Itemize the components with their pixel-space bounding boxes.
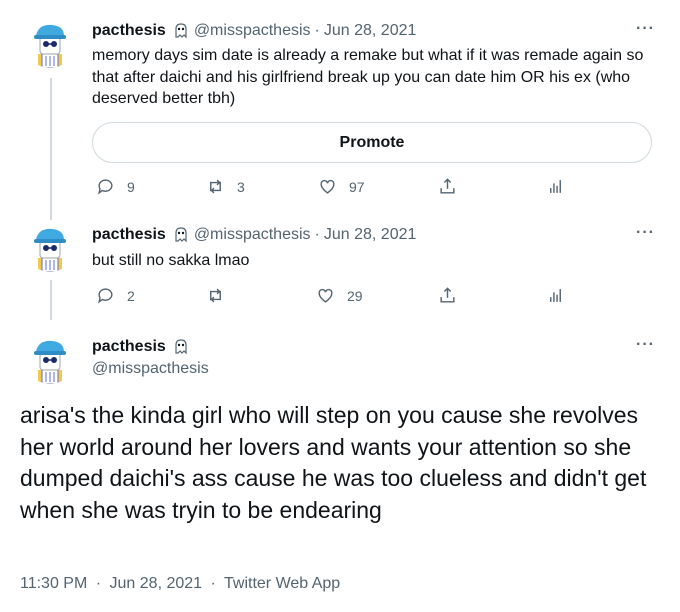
retweet-icon bbox=[210, 288, 221, 303]
display-name[interactable]: pacthesis bbox=[92, 226, 166, 244]
retweet-button[interactable]: 3 bbox=[206, 177, 245, 196]
analytics-icon bbox=[550, 289, 561, 302]
display-name[interactable]: pacthesis bbox=[92, 338, 166, 356]
user-handle[interactable]: @misspacthesis bbox=[92, 360, 209, 378]
tweet-date[interactable]: Jun 28, 2021 bbox=[110, 575, 203, 592]
tweet-source[interactable]: Twitter Web App bbox=[224, 575, 340, 592]
tweet-date[interactable]: Jun 28, 2021 bbox=[324, 22, 417, 40]
more-icon[interactable]: ··· bbox=[636, 336, 655, 354]
avatar[interactable] bbox=[26, 336, 74, 384]
tweet-metadata: 11:30 PM · Jun 28, 2021 · Twitter Web Ap… bbox=[20, 575, 340, 593]
user-handle[interactable]: @misspacthesis bbox=[194, 226, 311, 244]
display-name[interactable]: pacthesis bbox=[92, 22, 166, 40]
ghost-emoji-icon bbox=[175, 23, 187, 38]
reply-count: 9 bbox=[127, 178, 135, 195]
separator-dot: · bbox=[210, 575, 216, 592]
share-button[interactable] bbox=[438, 286, 457, 305]
promote-button[interactable]: Promote bbox=[92, 122, 652, 163]
share-icon bbox=[440, 178, 455, 194]
like-icon bbox=[320, 179, 335, 194]
reply-icon bbox=[98, 288, 113, 304]
avatar[interactable] bbox=[26, 20, 74, 68]
reply-button[interactable]: 2 bbox=[96, 286, 135, 305]
analytics-button[interactable] bbox=[546, 286, 565, 305]
reply-button[interactable]: 9 bbox=[96, 177, 135, 196]
like-count: 97 bbox=[349, 178, 365, 195]
analytics-button[interactable] bbox=[546, 177, 565, 196]
more-icon[interactable]: ··· bbox=[636, 224, 655, 242]
separator-dot: · bbox=[95, 575, 102, 592]
ghost-emoji-icon bbox=[175, 339, 187, 354]
main-tweet-text: arisa's the kinda girl who will step on … bbox=[20, 402, 647, 523]
share-icon bbox=[440, 287, 455, 303]
retweet-icon bbox=[210, 179, 221, 194]
user-handle[interactable]: @misspacthesis bbox=[194, 22, 311, 40]
share-button[interactable] bbox=[438, 177, 457, 196]
tweet-header: pacthesis bbox=[92, 338, 194, 356]
separator-dot: · bbox=[314, 226, 320, 243]
like-button[interactable]: 29 bbox=[316, 286, 363, 305]
retweet-count: 3 bbox=[237, 178, 245, 195]
like-count: 29 bbox=[347, 287, 363, 304]
like-button[interactable]: 97 bbox=[318, 177, 365, 196]
tweet-header: pacthesis @misspacthesis · Jun 28, 2021 bbox=[92, 226, 416, 244]
reply-count: 2 bbox=[127, 287, 135, 304]
tweet-header: pacthesis @misspacthesis · Jun 28, 2021 bbox=[92, 22, 416, 40]
thread-connector-line bbox=[50, 78, 52, 220]
analytics-icon bbox=[550, 180, 561, 193]
tweet-date[interactable]: Jun 28, 2021 bbox=[324, 226, 417, 244]
avatar[interactable] bbox=[26, 224, 74, 272]
retweet-button[interactable] bbox=[206, 286, 237, 305]
tweet-text: memory days sim date is already a remake… bbox=[92, 47, 644, 107]
more-icon[interactable]: ··· bbox=[636, 20, 655, 38]
ghost-emoji-icon bbox=[175, 227, 187, 242]
separator-dot: · bbox=[314, 22, 320, 39]
reply-icon bbox=[98, 179, 113, 195]
handle-row: @misspacthesis bbox=[92, 360, 209, 378]
thread-connector-line bbox=[50, 280, 52, 320]
like-icon bbox=[318, 288, 333, 303]
tweet-text: but still no sakka lmao bbox=[92, 252, 250, 269]
tweet-time[interactable]: 11:30 PM bbox=[20, 575, 87, 592]
